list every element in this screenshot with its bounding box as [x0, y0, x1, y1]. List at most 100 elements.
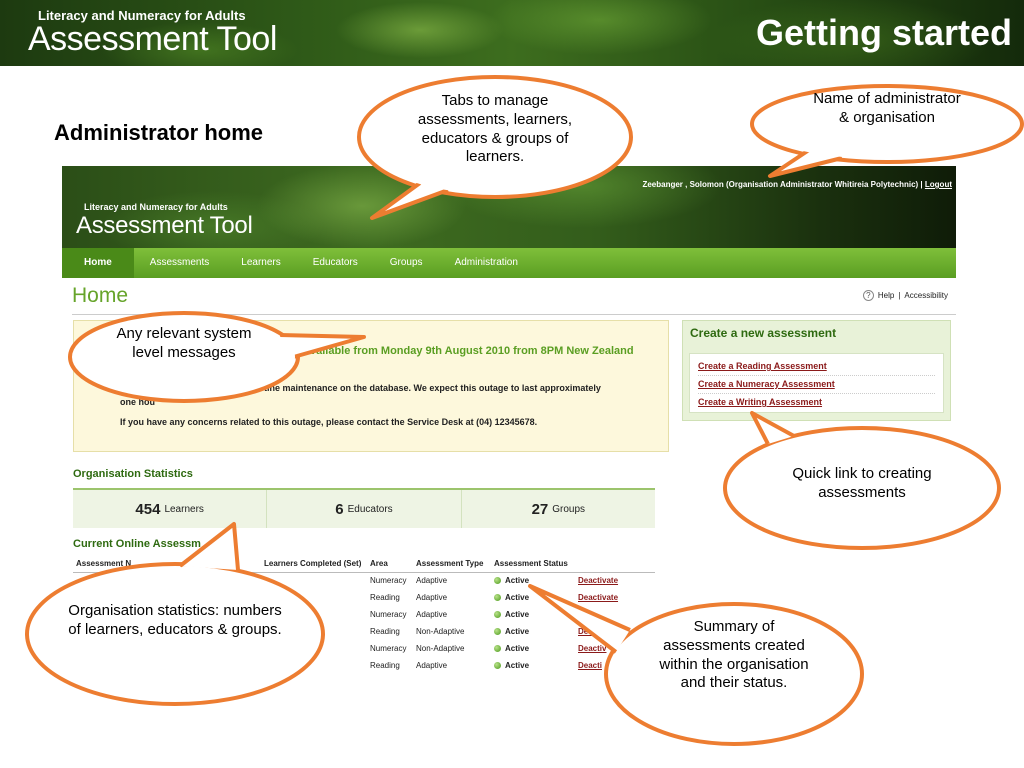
- status-text: Active: [505, 644, 530, 653]
- table-row[interactable]: Reading Adaptive Active Deacti: [73, 657, 655, 674]
- create-assessment-panel: Create a new assessment Create a Reading…: [682, 320, 951, 421]
- stats-row: 454 Learners 6 Educators 27 Groups: [73, 488, 655, 528]
- app-logo-small: Literacy and Numeracy for Adults: [84, 202, 228, 212]
- deactivate-link[interactable]: Deactivate: [578, 593, 618, 602]
- stat-label: Groups: [552, 503, 586, 515]
- slide-banner: Literacy and Numeracy for Adults Assessm…: [0, 0, 1024, 66]
- deactivate-link[interactable]: Deacti: [578, 661, 602, 670]
- create-assessment-heading: Create a new assessment: [690, 326, 837, 340]
- stat-value: 6: [335, 500, 344, 518]
- app-header: Literacy and Numeracy for Adults Assessm…: [62, 166, 956, 248]
- assessment-name: [73, 657, 261, 674]
- assessment-type: Non-Adaptive: [416, 627, 465, 636]
- assessment-name: [73, 572, 261, 589]
- user-name: Zeebanger , Solomon (Organisation Admini…: [642, 180, 923, 189]
- deactivate-link[interactable]: Deactivate: [578, 576, 618, 585]
- online-assessments-heading: Current Online Assessm: [73, 538, 201, 550]
- logout-link[interactable]: Logout: [925, 180, 952, 189]
- stat-value: 454: [135, 500, 161, 518]
- callout-tabs-text: Tabs to manage assessments, learners, ed…: [417, 92, 573, 166]
- status-text: Active: [505, 610, 530, 619]
- help-bar: ? Help | Accessibility: [862, 290, 948, 301]
- tab-home[interactable]: Home: [62, 248, 134, 278]
- learners-completed: [261, 657, 367, 674]
- callout-quicklink-text: Quick link to creating assessments: [792, 465, 932, 501]
- assessment-type: Adaptive: [416, 593, 448, 602]
- status-text: Active: [505, 661, 530, 670]
- create-assessment-links: Create a Reading Assessment Create a Num…: [689, 353, 944, 413]
- table-row[interactable]: Numeracy Adaptive Active Deactivate: [73, 572, 655, 589]
- assessment-area: Numeracy: [370, 610, 407, 619]
- column-header: Assessment N: [73, 556, 261, 573]
- assessment-area: Numeracy: [370, 644, 407, 653]
- callout-summary-text: Summary of assessments created within th…: [659, 618, 809, 692]
- column-header: Learners Completed (Set): [261, 556, 367, 573]
- callout-admin-text: Name of administrator & organisation: [813, 90, 961, 126]
- status-text: Active: [505, 576, 530, 586]
- assessment-status: Active: [491, 572, 575, 589]
- stat-value: 27: [531, 500, 549, 518]
- message-line-1: tine maintenance on the database. We exp…: [264, 383, 601, 393]
- table-header-row: Assessment N Learners Completed (Set) Ar…: [73, 556, 655, 573]
- tab-assessments[interactable]: Assessments: [134, 248, 225, 278]
- help-link[interactable]: Help: [878, 291, 894, 300]
- create-writing-link[interactable]: Create a Writing Assessment: [698, 394, 935, 412]
- message-line-3: If you have any concerns related to this…: [120, 417, 538, 427]
- help-separator: |: [898, 291, 901, 300]
- active-status-icon: [494, 611, 501, 618]
- status-text: Active: [505, 627, 530, 636]
- assessment-status: Active: [491, 640, 575, 657]
- active-status-icon: [494, 662, 501, 669]
- stat-label: Educators: [347, 503, 393, 515]
- assessment-status: Active: [491, 623, 575, 640]
- title-divider: [72, 314, 956, 315]
- accessibility-link[interactable]: Accessibility: [904, 291, 948, 300]
- stat-educators: 6 Educators: [267, 490, 462, 528]
- stats-heading: Organisation Statistics: [73, 468, 193, 480]
- column-header: [575, 556, 655, 573]
- stat-groups: 27 Groups: [461, 490, 655, 528]
- assessment-area: Reading: [370, 627, 400, 636]
- learners-completed: [261, 640, 367, 657]
- column-header: Area: [367, 556, 413, 573]
- assessment-area: Reading: [370, 593, 400, 602]
- column-header: Assessment Type: [413, 556, 491, 573]
- user-info: Zeebanger , Solomon (Organisation Admini…: [642, 180, 952, 189]
- assessment-status: Active: [491, 657, 575, 674]
- message-headline: vailable from Monday 9th August 2010 fro…: [310, 345, 634, 357]
- learners-completed: [261, 572, 367, 589]
- active-status-icon: [494, 628, 501, 635]
- table-row[interactable]: Numeracy Non-Adaptive Active Deactiv: [73, 640, 655, 657]
- tab-learners[interactable]: Learners: [225, 248, 296, 278]
- callout-messages-text: Any relevant system level messages: [116, 325, 252, 361]
- assessment-area: Reading: [370, 661, 400, 670]
- stat-label: Learners: [164, 503, 204, 515]
- slide-heading: Administrator home: [54, 120, 264, 145]
- assessment-status: Active: [491, 606, 575, 623]
- assessment-name: [73, 640, 261, 657]
- tab-groups[interactable]: Groups: [374, 248, 439, 278]
- status-text: Active: [505, 593, 530, 602]
- page-title: Home: [72, 284, 129, 307]
- app-logo[interactable]: Assessment Tool: [76, 212, 253, 240]
- create-numeracy-link[interactable]: Create a Numeracy Assessment: [698, 376, 935, 394]
- tab-educators[interactable]: Educators: [297, 248, 374, 278]
- slide-title: Getting started: [755, 12, 1012, 53]
- tab-administration[interactable]: Administration: [439, 248, 534, 278]
- deactivate-link[interactable]: Deactiv: [578, 644, 606, 653]
- assessment-type: Adaptive: [416, 576, 448, 586]
- callout-stats-text: Organisation statistics: numbers of lear…: [68, 602, 282, 638]
- column-header: Assessment Status: [491, 556, 575, 573]
- assessment-type: Non-Adaptive: [416, 644, 465, 653]
- banner-logo: Assessment Tool: [28, 20, 277, 58]
- create-reading-link[interactable]: Create a Reading Assessment: [698, 358, 935, 376]
- assessment-area: Numeracy: [370, 576, 407, 586]
- help-icon[interactable]: ?: [862, 290, 874, 301]
- active-status-icon: [494, 645, 501, 652]
- deactivate-link[interactable]: Deacti: [578, 627, 602, 636]
- active-status-icon: [494, 594, 501, 601]
- message-line-2: one hou: [120, 397, 155, 407]
- stat-learners: 454 Learners: [73, 490, 268, 528]
- assessment-status: Active: [491, 589, 575, 606]
- assessment-type: Adaptive: [416, 661, 448, 670]
